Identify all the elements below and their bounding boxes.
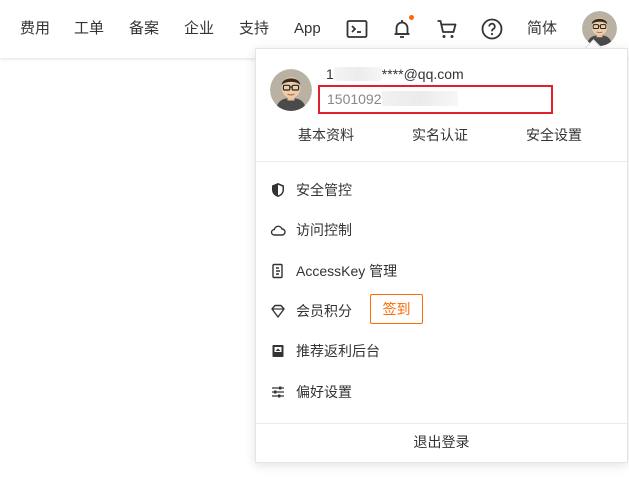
phone-highlight-box: 1501092 [318, 85, 553, 114]
diamond-icon [270, 303, 286, 319]
menu-label: 访问控制 [296, 222, 352, 238]
link-real-name-verification[interactable]: 实名认证 [412, 125, 468, 145]
account-phone: 1501092 [327, 91, 458, 107]
key-icon [270, 263, 286, 279]
menu-security-control[interactable]: 安全管控 [270, 178, 610, 202]
phone-redaction [381, 91, 458, 106]
cloud-icon [270, 222, 286, 238]
nav-billing[interactable]: 费用 [20, 0, 50, 58]
email-suffix: ****@qq.com [381, 66, 464, 82]
link-basic-info[interactable]: 基本资料 [298, 125, 354, 145]
menu-label: 推荐返利后台 [296, 343, 380, 359]
email-redaction [333, 67, 382, 81]
logout-button[interactable]: 退出登录 [256, 423, 627, 461]
menu-label: 安全管控 [296, 182, 352, 198]
menu-label: 偏好设置 [296, 384, 352, 400]
nav-tickets[interactable]: 工单 [74, 0, 104, 58]
account-email: 1 ****@qq.com [326, 66, 464, 82]
sliders-icon [270, 384, 286, 400]
menu-access-control[interactable]: 访问控制 [270, 218, 610, 242]
menu-label: AccessKey 管理 [296, 263, 398, 279]
menu-label: 会员积分 [296, 303, 352, 319]
email-prefix: 1 [326, 66, 334, 82]
menu-preferences[interactable]: 偏好设置 [270, 380, 610, 404]
nav-enterprise[interactable]: 企业 [184, 0, 214, 58]
link-security-settings[interactable]: 安全设置 [526, 125, 582, 145]
cart-icon[interactable] [435, 17, 459, 41]
shield-icon [270, 182, 286, 198]
terminal-icon[interactable] [345, 17, 369, 41]
nav-icp-filing[interactable]: 备案 [129, 0, 159, 58]
menu-member-points[interactable]: 会员积分 [270, 299, 610, 323]
bell-icon[interactable] [390, 15, 414, 41]
divider-top [256, 161, 627, 162]
user-avatar[interactable] [582, 11, 617, 46]
profile-avatar [270, 69, 312, 111]
notification-dot [409, 15, 414, 20]
account-dropdown: 1 ****@qq.com 1501092 基本资料 实名认证 安全设置 安全管控… [255, 48, 628, 463]
rebate-icon [270, 343, 286, 359]
menu-accesskey-management[interactable]: AccessKey 管理 [270, 259, 610, 283]
phone-prefix: 1501092 [327, 91, 382, 107]
checkin-button[interactable]: 签到 [370, 294, 423, 324]
help-icon[interactable] [480, 17, 504, 41]
menu-referral-rebate[interactable]: 推荐返利后台 [270, 339, 610, 363]
